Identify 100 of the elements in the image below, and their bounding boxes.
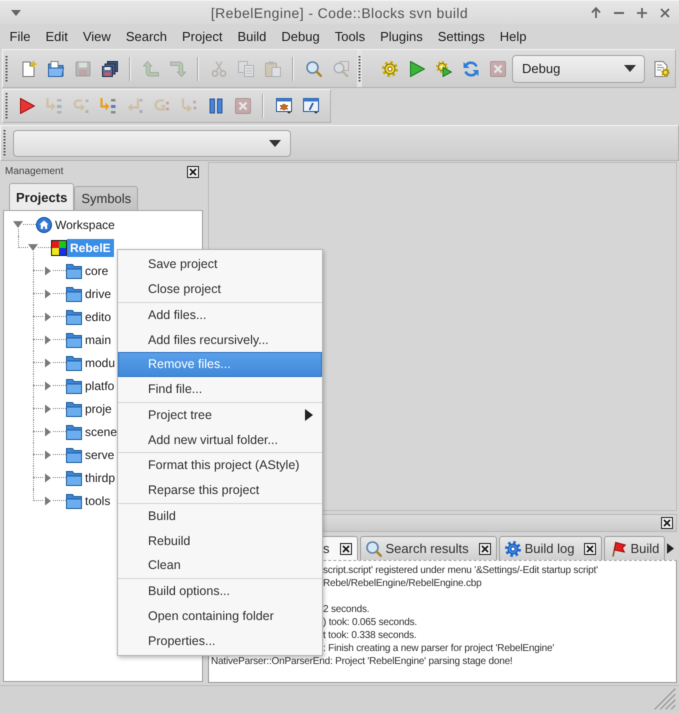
log-line: NativeParser::OnParserEnd: Project 'RebelEngine' parsing stage done! (211, 655, 513, 668)
tree-item[interactable]: main (82, 330, 112, 348)
tree-item[interactable]: tools (82, 492, 110, 510)
menu-item[interactable]: File (2, 28, 38, 44)
close-icon[interactable] (661, 517, 673, 529)
menu-item[interactable]: Project tree (118, 402, 322, 428)
document-gear-icon[interactable] (654, 60, 670, 76)
caret-right-icon[interactable] (45, 288, 51, 298)
folder-icon (66, 308, 82, 324)
tree-item[interactable]: platfo (82, 376, 114, 394)
log-tab[interactable]: Build log (498, 536, 602, 560)
close-icon[interactable] (584, 542, 596, 554)
resize-grip-icon[interactable] (654, 688, 676, 710)
caret-down-icon[interactable] (28, 244, 38, 251)
menu-item[interactable]: Plugins (372, 28, 430, 44)
tree-item[interactable]: Workspace (52, 216, 115, 234)
close-icon[interactable] (187, 166, 199, 178)
menu-item[interactable]: Add files recursively... (118, 327, 322, 352)
log-tab[interactable]: Search results (360, 536, 497, 560)
menu-item[interactable]: Reparse this project (118, 478, 322, 502)
tree-item[interactable]: modu (82, 354, 116, 372)
menu-item[interactable]: Add new virtual folder... (118, 427, 322, 452)
tree-item[interactable]: edito (82, 308, 112, 326)
dropdown-field[interactable] (13, 130, 291, 156)
menu-item[interactable]: Rebuild (118, 528, 322, 553)
caret-right-icon[interactable] (45, 404, 51, 414)
panel-tab[interactable]: Projects (9, 183, 74, 210)
play-icon[interactable] (408, 60, 424, 76)
window-slash-icon[interactable] (302, 98, 318, 114)
close-icon[interactable] (478, 542, 491, 554)
tree-item[interactable]: proje (82, 400, 112, 418)
arrow-list-icon[interactable] (100, 98, 116, 114)
caret-down-icon[interactable] (11, 10, 21, 16)
caret-right-icon[interactable] (45, 380, 51, 390)
menu-item[interactable]: Build (118, 504, 322, 528)
menu-item[interactable]: Clean (118, 553, 322, 578)
menu-item[interactable]: Search (118, 28, 175, 44)
menu-item[interactable]: Build (230, 28, 274, 44)
folder-icon (66, 378, 82, 394)
menu-item[interactable]: Debug (274, 28, 328, 44)
caret-right-icon[interactable] (45, 266, 51, 276)
folder-icon (66, 470, 82, 486)
grip-icon[interactable] (5, 93, 8, 119)
refresh-icon[interactable] (462, 60, 478, 76)
window-title: [RebelEngine] - Code::Blocks svn build (210, 4, 468, 20)
log-line: t took: 0.338 seconds. (323, 629, 416, 642)
tree-item[interactable]: core (82, 262, 108, 280)
gear-icon[interactable] (382, 60, 398, 76)
new-file-icon[interactable] (20, 60, 36, 76)
folder-icon (66, 424, 82, 440)
four-squares-icon (51, 240, 67, 256)
folder-icon (66, 446, 82, 462)
menu-item[interactable]: Settings (430, 28, 492, 44)
menu-item[interactable]: Properties... (118, 628, 322, 653)
menu-item[interactable]: Close project (118, 276, 322, 302)
play-icon[interactable] (18, 98, 34, 114)
menu-item[interactable]: Format this project (AStyle) (118, 453, 322, 478)
caret-right-icon[interactable] (45, 358, 51, 368)
caret-right-icon[interactable] (45, 472, 51, 482)
caret-right-icon[interactable] (45, 426, 51, 436)
menu-item[interactable]: Open containing folder (118, 604, 322, 628)
menu-item[interactable]: Find file... (118, 376, 322, 402)
minimize-icon[interactable] (614, 12, 624, 14)
log-tab[interactable]: s (323, 536, 358, 560)
arrow-up-icon[interactable] (591, 7, 601, 18)
menu-item[interactable]: Save project (118, 252, 322, 277)
menu-item[interactable]: Edit (38, 28, 76, 44)
caret-right-icon[interactable] (45, 312, 51, 322)
tree-item[interactable]: drive (82, 284, 112, 302)
tree-item[interactable]: scene (82, 422, 118, 440)
caret-down-icon[interactable] (13, 221, 23, 228)
caret-right-icon[interactable] (45, 450, 51, 460)
grip-icon[interactable] (5, 56, 8, 82)
menu-item[interactable]: Build options... (118, 578, 322, 604)
folder-document-icon[interactable] (48, 60, 64, 76)
flag-icon (610, 540, 626, 556)
menu-item[interactable]: Project (174, 28, 230, 44)
grip-icon[interactable] (358, 56, 361, 82)
maximize-icon[interactable] (637, 8, 647, 18)
gear-play-icon[interactable] (436, 60, 452, 76)
search-icon (366, 540, 382, 556)
menu-item[interactable]: Add files... (118, 302, 322, 328)
menu-item[interactable]: View (75, 28, 118, 44)
floppy-stack-icon[interactable] (102, 60, 118, 76)
menu-item[interactable]: Help (492, 28, 534, 44)
window-bug-icon[interactable] (276, 98, 292, 114)
build-target-dropdown[interactable]: Debug (512, 54, 645, 82)
caret-right-icon[interactable] (45, 496, 51, 506)
tree-item[interactable]: serve (82, 446, 114, 464)
search-icon[interactable] (306, 60, 322, 76)
grip-icon[interactable] (3, 130, 6, 156)
tree-item[interactable]: thirdp (82, 468, 116, 486)
panel-tab[interactable]: Symbols (74, 186, 138, 210)
caret-right-icon[interactable] (45, 334, 51, 344)
close-icon[interactable] (340, 542, 352, 554)
log-tab[interactable]: Build (604, 536, 666, 560)
log-line: : Finish creating a new parser for project 'RebelEngine' (323, 642, 554, 655)
pause-icon[interactable] (208, 98, 224, 114)
log-line: ) took: 0.065 seconds. (323, 616, 417, 629)
menu-item[interactable]: Tools (327, 28, 373, 44)
